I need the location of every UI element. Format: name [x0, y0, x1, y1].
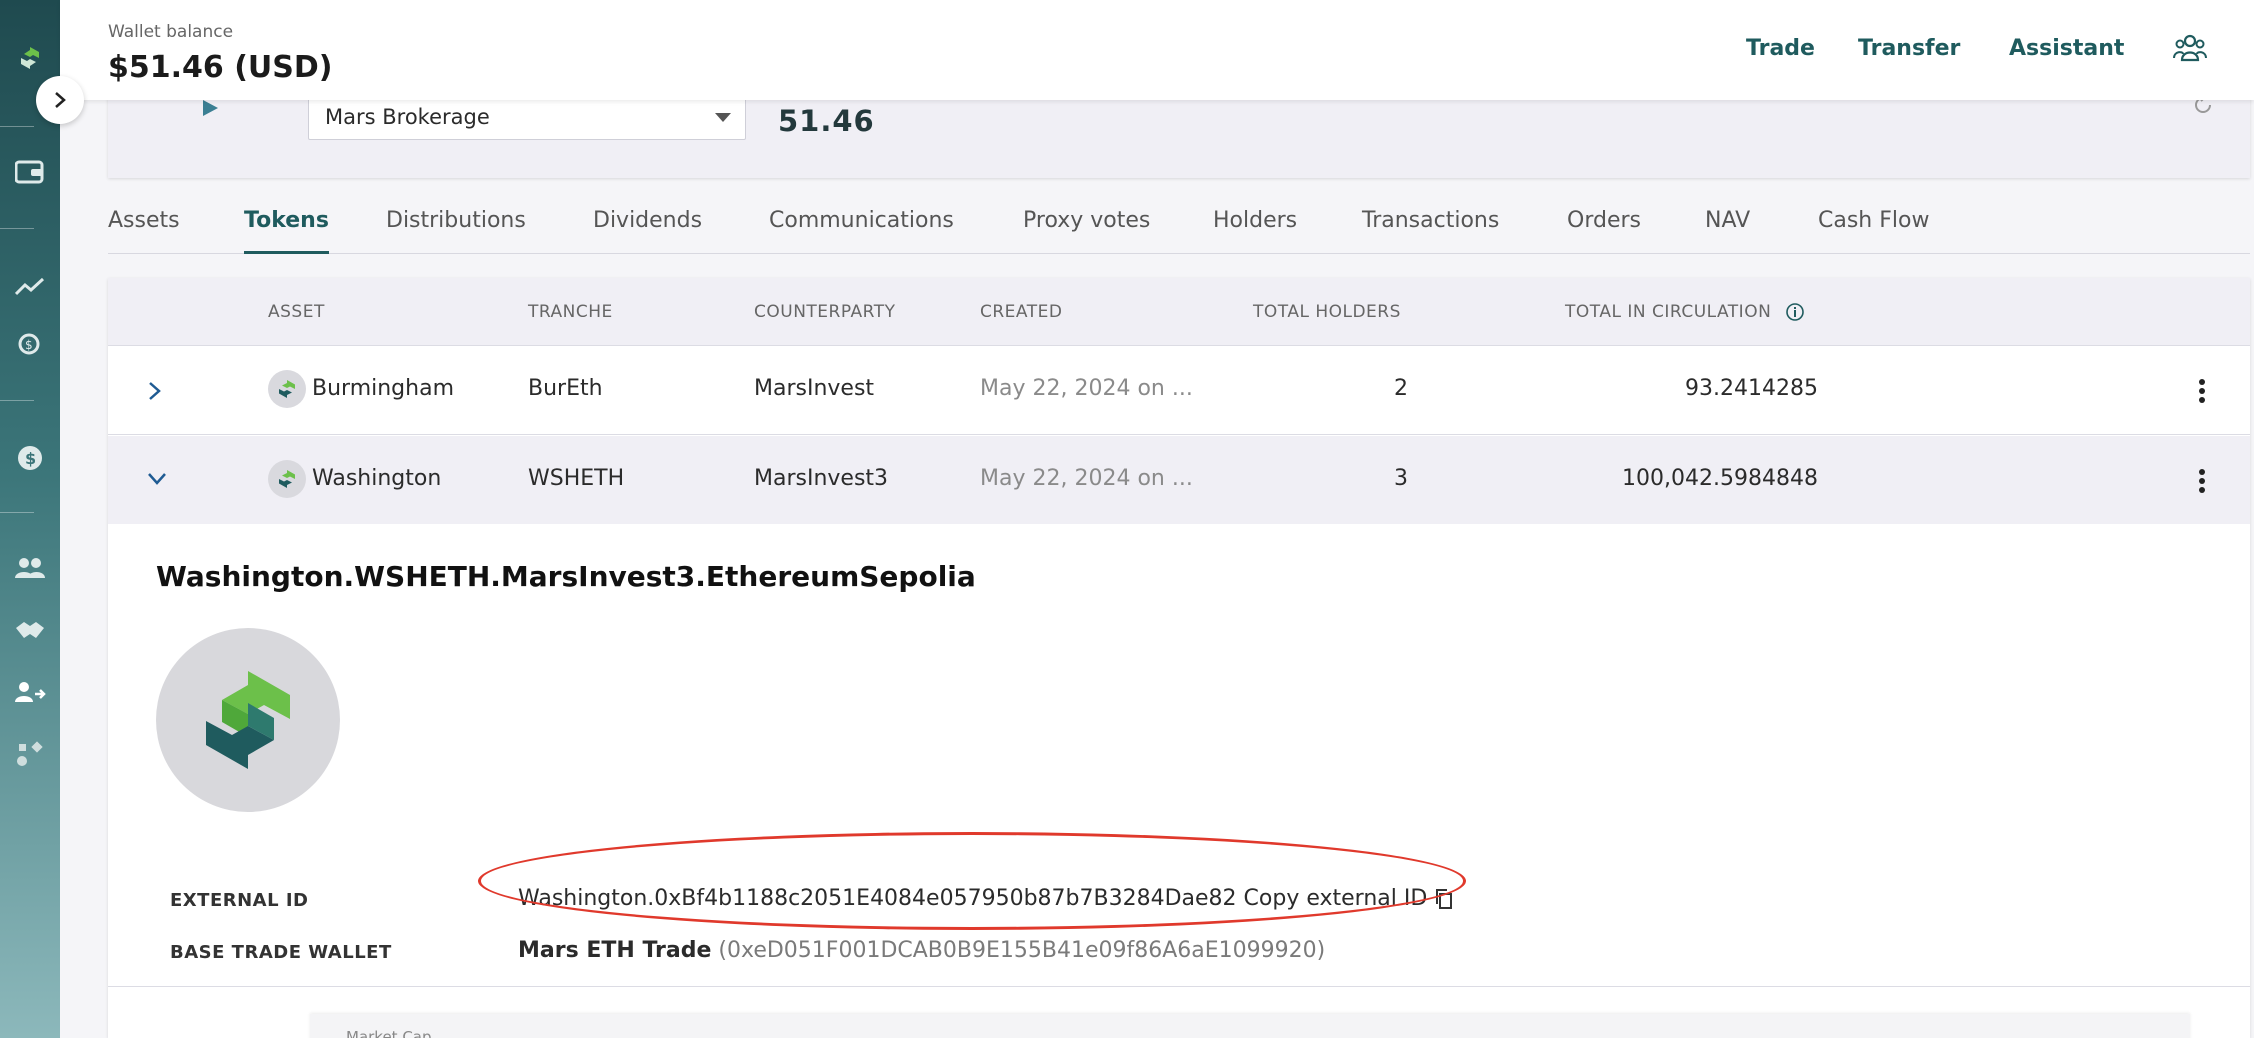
info-icon[interactable] — [1785, 302, 1805, 322]
external-id-label: EXTERNAL ID — [170, 890, 309, 911]
created-date: May 22, 2024 on ... — [980, 376, 1193, 401]
rail-divider — [0, 400, 34, 401]
svg-text:$: $ — [25, 338, 33, 352]
wallet-balance-label: Wallet balance — [108, 22, 234, 42]
token-logo-icon — [156, 628, 340, 812]
rail-divider — [0, 126, 34, 127]
table-header: ASSET TRANCHE COUNTERPARTY CREATED TOTAL… — [108, 278, 2250, 346]
tranche: WSHETH — [528, 466, 625, 491]
section-tabs: Assets Tokens Distributions Dividends Co… — [108, 208, 2250, 254]
column-created[interactable]: CREATED — [980, 302, 1062, 322]
nav-trade-link[interactable]: Trade — [1746, 36, 1815, 61]
team-icon[interactable] — [2173, 32, 2207, 68]
rail-divider — [0, 512, 34, 513]
column-total-in-circulation-label: TOTAL IN CIRCULATION — [1565, 302, 1772, 322]
left-rail: $ $ — [0, 0, 60, 1038]
base-trade-wallet-address: (0xeD051F001DCAB0B9E155B41e09f86A6aE1099… — [718, 938, 1326, 963]
total-holders: 3 — [1394, 466, 1408, 491]
trade-offer-icon[interactable]: $ — [0, 326, 60, 366]
total-in-circulation: 100,042.5984848 — [1622, 466, 1818, 491]
chevron-down-icon[interactable] — [146, 470, 168, 488]
token-detail-title: Washington.WSHETH.MarsInvest3.EthereumSe… — [156, 560, 976, 593]
asset-name[interactable]: Washington — [312, 466, 441, 491]
tab-holders[interactable]: Holders — [1213, 208, 1297, 254]
trend-icon[interactable] — [0, 266, 60, 306]
tab-distributions[interactable]: Distributions — [386, 208, 526, 254]
asset-logo-icon — [268, 460, 306, 498]
market-cap-label: Market Cap — [346, 1028, 432, 1038]
table-row[interactable]: Washington WSHETH MarsInvest3 May 22, 20… — [108, 436, 2250, 524]
expand-sidebar-button[interactable] — [36, 76, 84, 124]
copy-external-id-button[interactable]: Copy external ID — [1244, 886, 1428, 911]
brokerage-select-value: Mars Brokerage — [325, 105, 490, 129]
tranche: BurEth — [528, 376, 603, 401]
created-date: May 22, 2024 on ... — [980, 466, 1193, 491]
column-tranche[interactable]: TRANCHE — [528, 302, 613, 322]
detail-divider — [108, 986, 2250, 987]
external-id-row: Washington.0xBf4b1188c2051E4084e057950b8… — [518, 886, 1454, 911]
counterparty: MarsInvest3 — [754, 466, 889, 491]
tab-communications[interactable]: Communications — [769, 208, 954, 254]
asset-name[interactable]: Burmingham — [312, 376, 454, 401]
nav-assistant-link[interactable]: Assistant — [2009, 36, 2124, 61]
wallet-balance-value: $51.46 (USD) — [108, 50, 333, 85]
wallet-icon[interactable] — [0, 152, 60, 192]
base-trade-wallet-name: Mars ETH Trade — [518, 938, 712, 963]
tokens-table: ASSET TRANCHE COUNTERPARTY CREATED TOTAL… — [108, 278, 2250, 1038]
rail-divider — [0, 228, 34, 229]
copy-icon[interactable] — [1434, 888, 1454, 910]
tab-orders[interactable]: Orders — [1567, 208, 1641, 254]
chevron-right-icon — [55, 92, 66, 108]
tab-dividends[interactable]: Dividends — [593, 208, 702, 254]
market-cap-card: Market Cap — [310, 1014, 2190, 1038]
tab-assets[interactable]: Assets — [108, 208, 180, 254]
column-total-in-circulation[interactable]: TOTAL IN CIRCULATION — [1565, 302, 1805, 322]
top-header: Wallet balance $51.46 (USD) Trade Transf… — [60, 0, 2254, 100]
user-transfer-icon[interactable] — [0, 672, 60, 712]
handshake-icon[interactable] — [0, 610, 60, 650]
highlight-ring — [478, 832, 1466, 930]
tab-proxy-votes[interactable]: Proxy votes — [1023, 208, 1150, 254]
svg-text:$: $ — [25, 449, 36, 468]
counterparty: MarsInvest — [754, 376, 875, 401]
tab-cash-flow[interactable]: Cash Flow — [1818, 208, 1929, 254]
app-logo-icon[interactable] — [0, 38, 60, 78]
tab-tokens[interactable]: Tokens — [244, 208, 329, 254]
column-asset[interactable]: ASSET — [268, 302, 325, 322]
asset-logo-icon — [268, 370, 306, 408]
chevron-right-icon[interactable] — [146, 380, 164, 402]
base-trade-wallet-label: BASE TRADE WALLET — [170, 942, 392, 963]
column-counterparty[interactable]: COUNTERPARTY — [754, 302, 896, 322]
total-in-circulation: 93.2414285 — [1685, 376, 1818, 401]
base-trade-wallet-row: Mars ETH Trade (0xeD051F001DCAB0B9E155B4… — [518, 938, 1325, 963]
tab-transactions[interactable]: Transactions — [1362, 208, 1499, 254]
more-options-icon[interactable] — [2198, 378, 2206, 404]
column-total-holders[interactable]: TOTAL HOLDERS — [1253, 302, 1401, 322]
workflow-icon[interactable] — [0, 734, 60, 774]
table-row[interactable]: Burmingham BurEth MarsInvest May 22, 202… — [108, 346, 2250, 435]
total-holders: 2 — [1394, 376, 1408, 401]
more-options-icon[interactable] — [2198, 468, 2206, 494]
users-icon[interactable] — [0, 548, 60, 588]
caret-down-icon — [715, 113, 731, 122]
dollar-icon[interactable]: $ — [0, 438, 60, 478]
tab-nav[interactable]: NAV — [1705, 208, 1750, 254]
brokerage-balance: 51.46 — [778, 104, 875, 138]
nav-transfer-link[interactable]: Transfer — [1858, 36, 1960, 61]
external-id-value[interactable]: Washington.0xBf4b1188c2051E4084e057950b8… — [518, 886, 1237, 911]
play-icon[interactable] — [200, 98, 220, 122]
